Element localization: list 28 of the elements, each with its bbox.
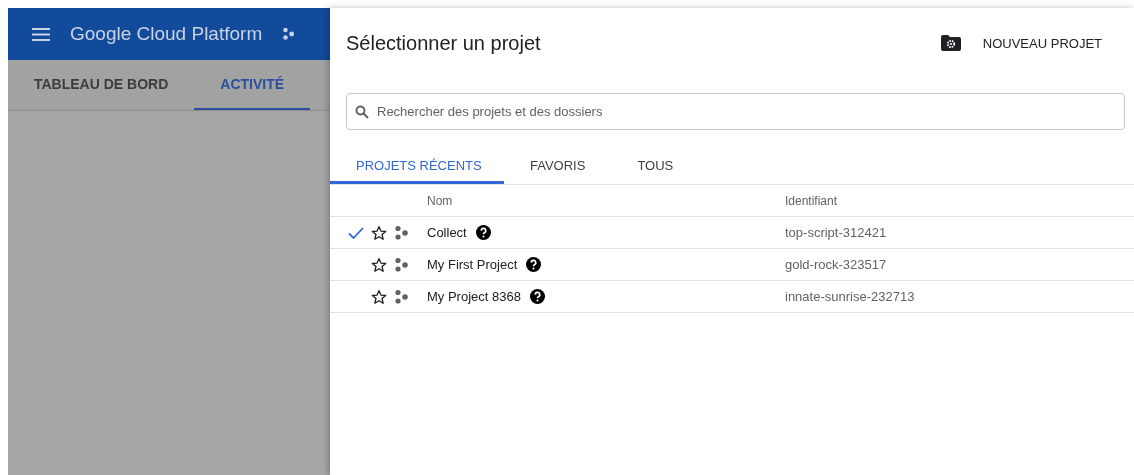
project-icon[interactable] [282,27,297,41]
project-name[interactable]: Collect [427,225,467,240]
help-icon[interactable] [529,289,545,304]
folder-gear-icon [940,35,961,51]
dialog-tab[interactable]: FAVORIS [504,150,612,184]
dialog-tab[interactable]: TOUS [611,150,700,184]
dialog-tab[interactable]: PROJETS RÉCENTS [330,150,504,184]
app-title: Google Cloud Platform [70,23,263,45]
column-header: Nom [427,193,453,208]
star-icon[interactable] [371,224,387,241]
help-icon[interactable] [475,225,491,240]
project-icon [394,288,410,305]
project-id: gold-rock-323517 [785,257,887,272]
project-icon [394,224,410,241]
project-id: top-script-312421 [785,225,887,240]
nav-tab[interactable]: TABLEAU DE BORD [8,60,195,110]
project-id: innate-sunrise-232713 [785,289,915,304]
star-icon[interactable] [371,256,387,273]
dialog-title: Sélectionner un projet [346,31,542,55]
help-icon[interactable] [526,257,542,272]
search-field[interactable]: Rechercher des projets et des dossiers [346,93,1125,130]
menu-icon[interactable] [32,27,50,41]
new-project-button[interactable]: NOUVEAU PROJET [932,25,1118,61]
project-name[interactable]: My Project 8368 [427,289,521,304]
star-icon[interactable] [371,288,387,305]
column-header: Identifiant [785,193,838,208]
project-icon [394,256,410,273]
project-name[interactable]: My First Project [427,257,518,272]
